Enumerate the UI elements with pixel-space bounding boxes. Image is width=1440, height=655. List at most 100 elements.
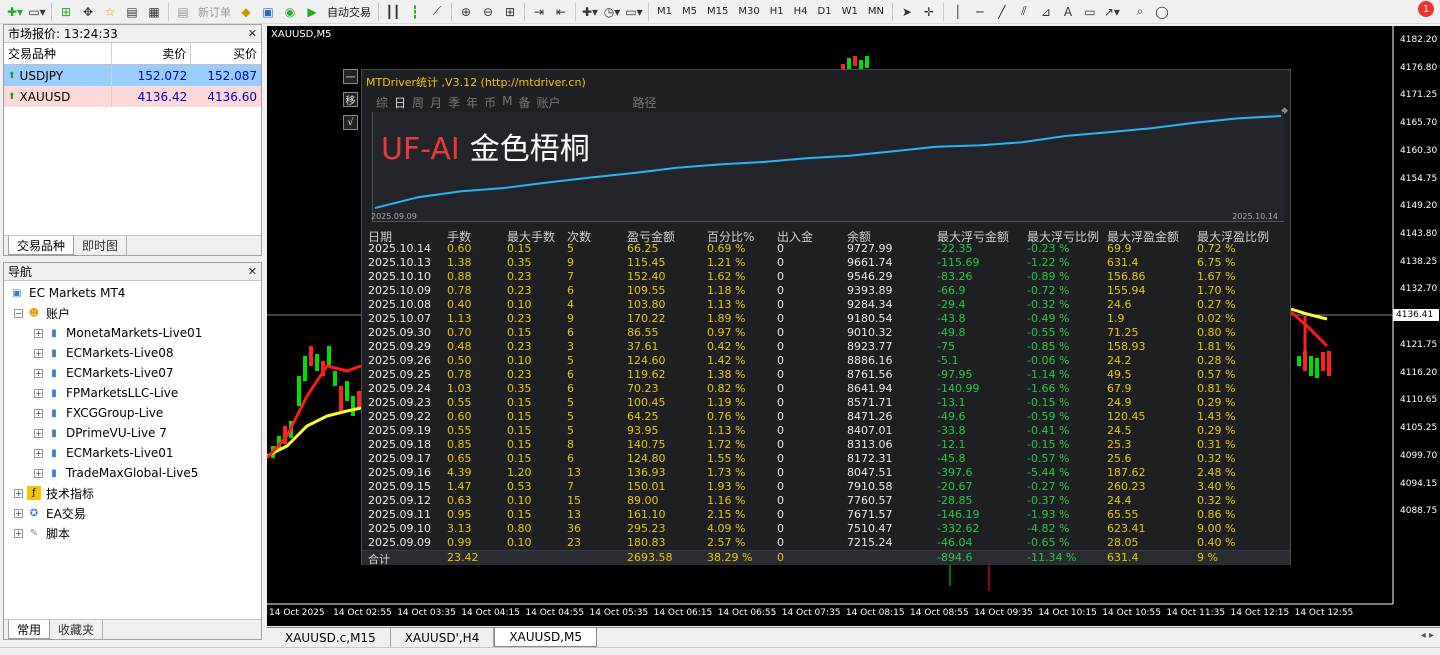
stats-tab[interactable]: 季 — [448, 94, 460, 111]
channel-icon[interactable]: ⫽ — [1013, 1, 1035, 23]
tab-scroll-arrows-icon[interactable]: ◂ ▸ — [1421, 630, 1434, 641]
market-watch-icon[interactable]: ⊞ — [55, 1, 77, 23]
expand-icon[interactable]: + — [14, 528, 23, 538]
tile-windows-icon[interactable]: ⊞ — [499, 1, 521, 23]
timeframe-w1[interactable]: W1 — [837, 1, 863, 23]
nav-account-item[interactable]: + ▮ ECMarkets-Live07 — [10, 363, 261, 383]
nav-account-item[interactable]: + ▮ MonetaMarkets-Live01 — [10, 323, 261, 343]
crosshair-icon[interactable]: ✛ — [918, 1, 940, 23]
templates-icon[interactable]: ▭▾ — [623, 1, 645, 23]
column-header[interactable]: 最大浮盈比例 — [1197, 228, 1277, 244]
text-icon[interactable]: A — [1057, 1, 1079, 23]
nav-account-item[interactable]: + ▮ ECMarkets-Live01 — [10, 443, 261, 463]
column-header[interactable]: 手数 — [447, 228, 507, 244]
metaeditor-icon[interactable]: ◆ — [235, 1, 257, 23]
nav-ea[interactable]: + ✪ EA交易 — [10, 503, 261, 523]
new-order-button[interactable]: 新订单 — [194, 4, 235, 20]
expand-icon[interactable]: + — [34, 428, 43, 438]
close-icon[interactable]: ✕ — [248, 27, 257, 40]
search-icon[interactable]: ⌕ — [1129, 1, 1151, 23]
column-header[interactable]: 最大浮亏金额 — [937, 228, 1027, 244]
tab-common[interactable]: 常用 — [8, 620, 51, 639]
zoom-out-icon[interactable]: ⊖ — [477, 1, 499, 23]
nav-account-item[interactable]: + ▮ FPMarketsLLC-Live — [10, 383, 261, 403]
column-header[interactable]: 出入金 — [777, 228, 847, 244]
collapse-icon[interactable]: − — [14, 308, 23, 318]
nav-account-item[interactable]: + ▮ FXCGGroup-Live — [10, 403, 261, 423]
timeframe-h4[interactable]: H4 — [789, 1, 813, 23]
tab-favorites[interactable]: 收藏夹 — [50, 620, 104, 639]
minimize-button[interactable]: 一 — [343, 69, 358, 84]
favorites-icon[interactable]: ☆ — [99, 1, 121, 23]
chat-bubble-icon[interactable]: ◯ — [1151, 1, 1173, 23]
nav-account-item[interactable]: + ▮ TradeMaxGlobal-Live5 — [10, 463, 261, 483]
timeframe-d1[interactable]: D1 — [813, 1, 837, 23]
expand-icon[interactable]: + — [34, 408, 43, 418]
line-chart-icon[interactable]: ⟋ — [426, 1, 448, 23]
col-bid[interactable]: 卖价 — [112, 43, 192, 64]
move-button[interactable]: 移 — [343, 92, 358, 107]
expand-icon[interactable]: + — [34, 388, 43, 398]
periods-icon[interactable]: ◷▾ — [601, 1, 623, 23]
timeframe-m15[interactable]: M15 — [702, 1, 733, 23]
expand-icon[interactable]: + — [34, 328, 43, 338]
column-header[interactable]: 日期 — [368, 228, 447, 244]
stats-tab[interactable]: 备 — [518, 94, 530, 111]
auto-trade-button[interactable]: 自动交易 — [323, 4, 375, 20]
stats-tab[interactable]: M — [502, 94, 512, 111]
column-header[interactable]: 最大浮盈金额 — [1107, 228, 1197, 244]
column-header[interactable]: 次数 — [567, 228, 627, 244]
column-header[interactable]: 百分比% — [707, 228, 777, 244]
nav-account-item[interactable]: + ▮ DPrimeVU-Live 7 — [10, 423, 261, 443]
market-row-xauusd[interactable]: ⬆ XAUUSD 4136.42 4136.60 — [4, 86, 261, 107]
chart-tab-xauusd-m5[interactable]: XAUUSD,M5 — [494, 628, 597, 647]
autoscroll-icon[interactable]: ⇥ — [528, 1, 550, 23]
expand-icon[interactable]: + — [34, 468, 43, 478]
indicators-icon[interactable]: ✚▾ — [579, 1, 601, 23]
close-icon[interactable]: ✕ — [248, 265, 257, 278]
tab-tick-chart[interactable]: 即时图 — [74, 236, 128, 255]
col-ask[interactable]: 买价 — [191, 43, 261, 64]
notification-badge[interactable]: 1 — [1418, 1, 1434, 17]
nav-root[interactable]: ▣ EC Markets MT4 — [10, 283, 261, 303]
timeframe-h1[interactable]: H1 — [765, 1, 789, 23]
timeframe-m30[interactable]: M30 — [733, 1, 764, 23]
column-header[interactable]: 盈亏金额 — [627, 228, 707, 244]
stats-tab[interactable]: 账户 — [536, 94, 560, 111]
arrows-icon[interactable]: ↗▾ — [1101, 1, 1123, 23]
stats-tab[interactable]: 币 — [484, 94, 496, 111]
column-header[interactable]: 最大手数 — [507, 228, 567, 244]
fibonacci-icon[interactable]: ⊿ — [1035, 1, 1057, 23]
market-row-usdjpy[interactable]: ⬆ USDJPY 152.072 152.087 — [4, 65, 261, 86]
tester-icon[interactable]: ▦ — [143, 1, 165, 23]
bar-chart-icon[interactable]: ┃┃ — [382, 1, 404, 23]
stats-tab[interactable]: 月 — [430, 94, 442, 111]
stats-tab[interactable]: 综 — [376, 94, 388, 111]
column-header[interactable]: 最大浮亏比例 — [1027, 228, 1107, 244]
chart-shift-icon[interactable]: ⇤ — [550, 1, 572, 23]
stats-tab[interactable]: 路径 — [633, 94, 657, 111]
nav-accounts[interactable]: − ☻ 账户 — [10, 303, 261, 323]
zoom-in-icon[interactable]: ⊕ — [455, 1, 477, 23]
signals-icon[interactable]: ◉ — [279, 1, 301, 23]
expand-icon[interactable]: + — [34, 448, 43, 458]
nav-indicators[interactable]: + ƒ 技术指标 — [10, 483, 261, 503]
timeframe-mn[interactable]: MN — [863, 1, 889, 23]
chat-icon[interactable]: ▣ — [257, 1, 279, 23]
stats-tab[interactable]: 年 — [466, 94, 478, 111]
nav-account-item[interactable]: + ▮ ECMarkets-Live08 — [10, 343, 261, 363]
col-symbol[interactable]: 交易品种 — [4, 43, 112, 64]
chart-tab-xauusd-h4[interactable]: XAUUSD',H4 — [391, 628, 495, 647]
terminal-icon[interactable]: ▤ — [121, 1, 143, 23]
profiles-icon[interactable]: ▭▾ — [26, 1, 48, 23]
candlestick-icon[interactable]: ┇ — [404, 1, 426, 23]
tab-symbols[interactable]: 交易品种 — [8, 236, 75, 255]
navigator-icon[interactable]: ✥ — [77, 1, 99, 23]
expand-icon[interactable]: + — [34, 348, 43, 358]
expand-icon[interactable]: + — [14, 488, 23, 498]
new-chart-icon[interactable]: ✚▾ — [4, 1, 26, 23]
expand-icon[interactable]: + — [14, 508, 23, 518]
stats-tab[interactable]: 周 — [412, 94, 424, 111]
trendline-icon[interactable]: ╱ — [991, 1, 1013, 23]
check-button[interactable]: √ — [343, 115, 358, 130]
